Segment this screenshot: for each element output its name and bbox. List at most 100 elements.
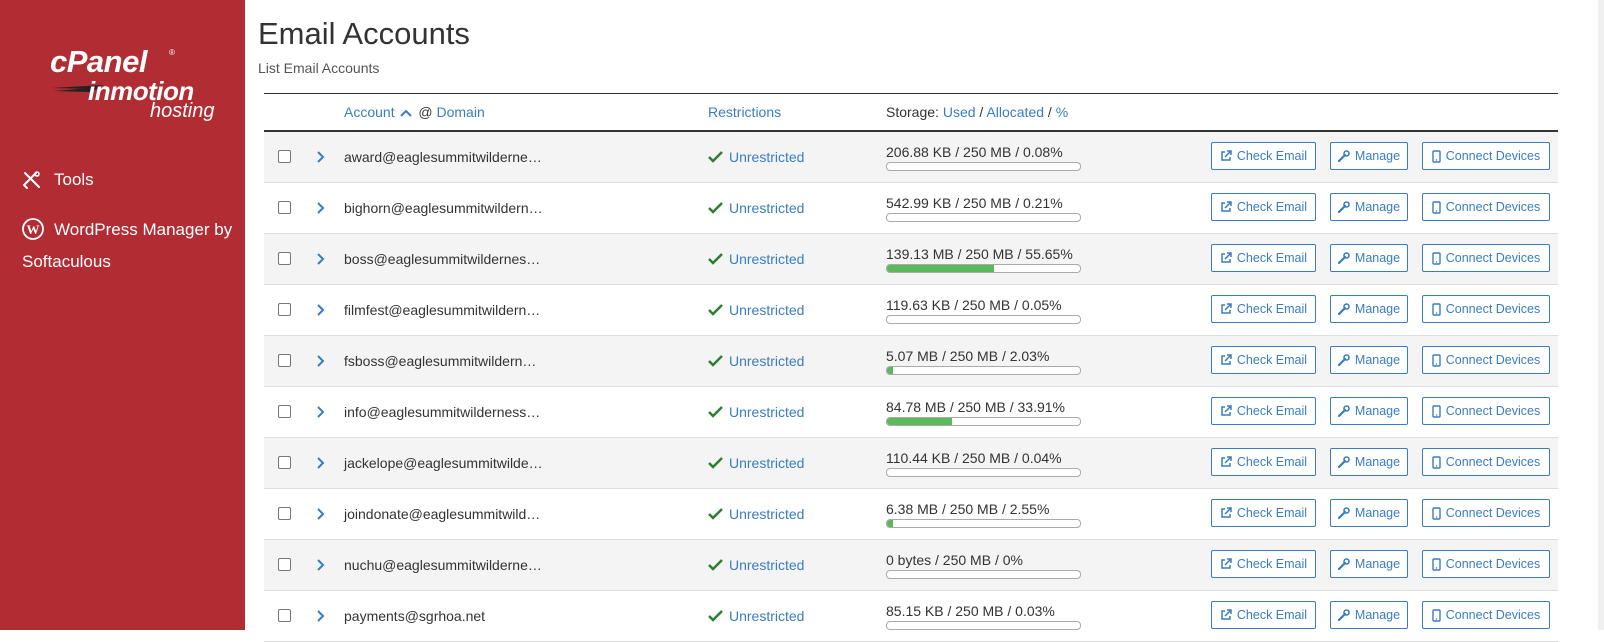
chevron-right-icon[interactable] [316, 507, 326, 521]
check-email-button[interactable]: Check Email [1211, 550, 1316, 578]
sort-asc-icon[interactable] [400, 108, 413, 118]
manage-label: Manage [1354, 302, 1401, 316]
manage-button[interactable]: Manage [1330, 244, 1408, 272]
account-email: award@eaglesummitwilderne… [344, 149, 542, 165]
check-email-button[interactable]: Check Email [1211, 244, 1316, 272]
connect-devices-button[interactable]: Connect Devices [1422, 499, 1550, 527]
svg-text:W: W [27, 222, 40, 237]
manage-button[interactable]: Manage [1330, 193, 1408, 221]
manage-button[interactable]: Manage [1330, 601, 1408, 629]
sidebar-item-tools[interactable]: Tools [22, 170, 94, 190]
restriction-link[interactable]: Unrestricted [729, 353, 804, 369]
sort-used-link[interactable]: Used [943, 104, 976, 120]
row-select-checkbox[interactable] [278, 507, 291, 520]
connect-devices-label: Connect Devices [1445, 251, 1541, 265]
page-scrollbar[interactable] [1598, 0, 1604, 630]
manage-button[interactable]: Manage [1330, 142, 1408, 170]
restriction-link[interactable]: Unrestricted [729, 251, 804, 267]
chevron-right-icon[interactable] [316, 150, 326, 164]
row-select-checkbox[interactable] [278, 405, 291, 418]
restriction-link[interactable]: Unrestricted [729, 608, 804, 624]
row-select-checkbox[interactable] [278, 609, 291, 622]
check-email-label: Check Email [1236, 149, 1308, 163]
check-icon [708, 406, 723, 418]
restriction-link[interactable]: Unrestricted [729, 302, 804, 318]
restriction-link[interactable]: Unrestricted [729, 506, 804, 522]
manage-button[interactable]: Manage [1330, 295, 1408, 323]
restriction-link[interactable]: Unrestricted [729, 455, 804, 471]
connect-devices-button[interactable]: Connect Devices [1422, 601, 1550, 629]
row-select-checkbox[interactable] [278, 201, 291, 214]
cpanel-inmotion-logo[interactable]: cPanel ® inmotion hosting [48, 44, 228, 126]
check-email-button[interactable]: Check Email [1211, 346, 1316, 374]
chevron-right-icon[interactable] [316, 201, 326, 215]
wrench-icon [1337, 303, 1350, 315]
check-email-button[interactable]: Check Email [1211, 193, 1316, 221]
connect-devices-label: Connect Devices [1445, 608, 1541, 622]
header-storage: Storage: Used / Allocated / % [886, 104, 1069, 120]
sort-percent-link[interactable]: % [1056, 104, 1068, 120]
chevron-right-icon[interactable] [316, 558, 326, 572]
sidebar-item-label: Tools [54, 170, 94, 189]
chevron-right-icon[interactable] [316, 354, 326, 368]
manage-label: Manage [1354, 149, 1401, 163]
table-row: award@eaglesummitwilderne… Unrestricted … [264, 132, 1558, 183]
connect-devices-button[interactable]: Connect Devices [1422, 346, 1550, 374]
storage-progress-fill [887, 418, 953, 425]
sort-allocated-link[interactable]: Allocated [986, 104, 1044, 120]
sort-account-link[interactable]: Account [344, 104, 395, 120]
restriction-link[interactable]: Unrestricted [729, 149, 804, 165]
check-email-label: Check Email [1236, 404, 1308, 418]
chevron-right-icon[interactable] [316, 303, 326, 317]
check-icon [708, 457, 723, 469]
mobile-device-icon [1432, 302, 1441, 316]
row-select-checkbox[interactable] [278, 354, 291, 367]
row-select-checkbox[interactable] [278, 456, 291, 469]
check-email-button[interactable]: Check Email [1211, 499, 1316, 527]
check-email-label: Check Email [1236, 353, 1308, 367]
check-email-button[interactable]: Check Email [1211, 448, 1316, 476]
chevron-right-icon[interactable] [316, 456, 326, 470]
storage-progress-bar [886, 468, 1081, 477]
account-email: payments@sgrhoa.net [344, 608, 486, 624]
manage-button[interactable]: Manage [1330, 448, 1408, 476]
row-select-checkbox[interactable] [278, 150, 291, 163]
sort-restrictions-link[interactable]: Restrictions [708, 104, 781, 120]
chevron-right-icon[interactable] [316, 252, 326, 266]
connect-devices-button[interactable]: Connect Devices [1422, 142, 1550, 170]
row-select-checkbox[interactable] [278, 558, 291, 571]
connect-devices-button[interactable]: Connect Devices [1422, 397, 1550, 425]
restriction-link[interactable]: Unrestricted [729, 404, 804, 420]
row-select-checkbox[interactable] [278, 252, 291, 265]
sidebar-item-wordpress-manager[interactable]: W WordPress Manager by Softaculous [22, 214, 237, 278]
connect-devices-button[interactable]: Connect Devices [1422, 244, 1550, 272]
check-email-label: Check Email [1236, 200, 1308, 214]
manage-button[interactable]: Manage [1330, 550, 1408, 578]
manage-button[interactable]: Manage [1330, 499, 1408, 527]
manage-button[interactable]: Manage [1330, 397, 1408, 425]
check-email-button[interactable]: Check Email [1211, 397, 1316, 425]
connect-devices-button[interactable]: Connect Devices [1422, 295, 1550, 323]
check-email-button[interactable]: Check Email [1211, 142, 1316, 170]
check-email-button[interactable]: Check Email [1211, 295, 1316, 323]
manage-button[interactable]: Manage [1330, 346, 1408, 374]
chevron-right-icon[interactable] [316, 609, 326, 623]
table-row: joindonate@eaglesummitwild… Unrestricted… [264, 489, 1558, 540]
restriction-link[interactable]: Unrestricted [729, 200, 804, 216]
row-select-checkbox[interactable] [278, 303, 291, 316]
connect-devices-button[interactable]: Connect Devices [1422, 550, 1550, 578]
check-email-label: Check Email [1236, 557, 1308, 571]
sort-domain-link[interactable]: Domain [436, 104, 484, 120]
restriction-status: Unrestricted [708, 404, 804, 420]
chevron-right-icon[interactable] [316, 405, 326, 419]
connect-devices-button[interactable]: Connect Devices [1422, 448, 1550, 476]
storage-usage-text: 542.99 KB / 250 MB / 0.21% [886, 195, 1063, 211]
table-row: nuchu@eaglesummitwilderne… Unrestricted … [264, 540, 1558, 591]
email-accounts-table: Account @ Domain Restrictions Storage: U… [264, 93, 1558, 642]
check-email-button[interactable]: Check Email [1211, 601, 1316, 629]
connect-devices-button[interactable]: Connect Devices [1422, 193, 1550, 221]
restriction-status: Unrestricted [708, 557, 804, 573]
table-row: payments@sgrhoa.net Unrestricted 85.15 K… [264, 591, 1558, 642]
external-link-icon [1221, 150, 1232, 161]
restriction-link[interactable]: Unrestricted [729, 557, 804, 573]
